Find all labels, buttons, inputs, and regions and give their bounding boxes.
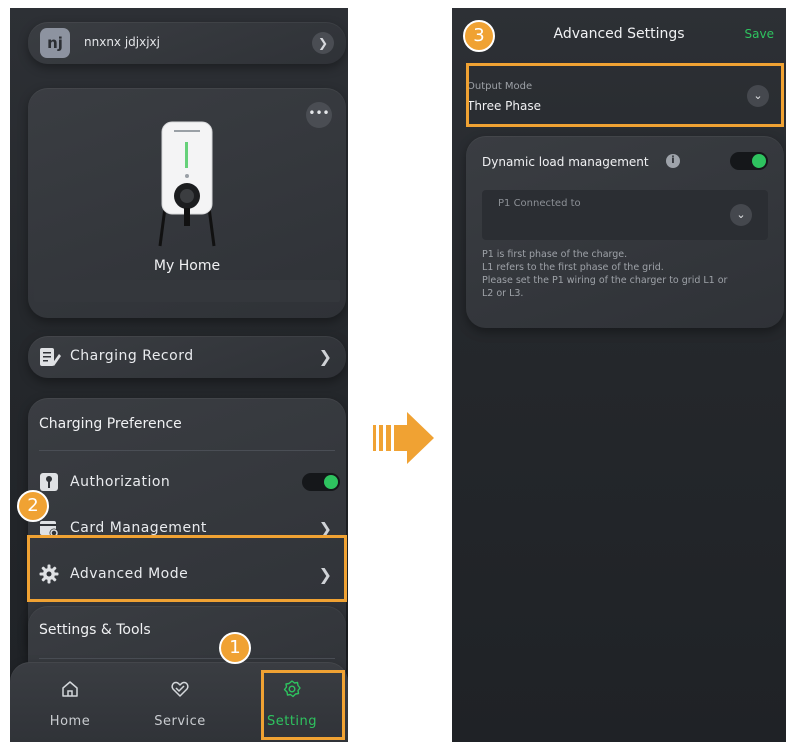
- preference-item-label: Card Management: [70, 520, 207, 536]
- section-title: Charging Preference: [39, 416, 182, 432]
- user-name: nnxnx jdjxjxj: [84, 35, 160, 49]
- service-icon: [171, 681, 189, 697]
- divider: [39, 658, 335, 659]
- more-options-button[interactable]: •••: [306, 102, 332, 128]
- p1-connection-select[interactable]: P1 Connected to ⌄: [482, 190, 768, 240]
- tab-label: Home: [49, 714, 91, 729]
- home-icon: [62, 681, 78, 697]
- home-name: My Home: [153, 258, 221, 274]
- user-profile-card[interactable]: nj nnxnx jdjxjxj ❯: [28, 22, 346, 64]
- dynamic-load-description: P1 is first phase of the charge. L1 refe…: [482, 248, 774, 300]
- avatar: nj: [40, 28, 70, 58]
- step-badge-2: 2: [17, 490, 49, 522]
- page-title: Advanced Settings: [553, 26, 685, 42]
- authorization-toggle[interactable]: [302, 473, 340, 491]
- flow-arrow-icon: [373, 412, 434, 464]
- description-line: L2 or L3.: [482, 288, 524, 299]
- step-badge-1: 1: [219, 632, 251, 664]
- charger-device-icon: [158, 121, 216, 247]
- p1-placeholder: P1 Connected to: [498, 198, 581, 209]
- output-mode-highlight: [466, 63, 784, 127]
- authorization-key-icon: [40, 473, 58, 491]
- charging-record-row[interactable]: Charging Record ❯: [28, 336, 346, 378]
- dynamic-load-title: Dynamic load management: [482, 155, 649, 169]
- charging-record-label: Charging Record: [70, 348, 194, 364]
- dynamic-load-toggle[interactable]: [730, 152, 768, 170]
- charging-record-icon: [40, 348, 61, 366]
- home-charger-card[interactable]: ••• My Home: [28, 88, 346, 318]
- info-icon[interactable]: i: [666, 154, 680, 168]
- chevron-down-icon: ⌄: [730, 204, 752, 226]
- tab-service[interactable]: Service: [130, 662, 230, 742]
- advanced-mode-highlight: [27, 535, 347, 602]
- tab-label: Service: [154, 714, 206, 729]
- charger-status-bar: [34, 280, 340, 302]
- step-badge-3: 3: [463, 20, 495, 52]
- setting-tab-highlight: [261, 670, 345, 740]
- chevron-right-icon[interactable]: ❯: [312, 32, 334, 54]
- preference-item-label: Authorization: [70, 474, 171, 490]
- save-button[interactable]: Save: [745, 27, 774, 41]
- preference-item-authorization[interactable]: Authorization: [28, 464, 346, 500]
- divider: [39, 450, 335, 451]
- description-line: Please set the P1 wiring of the charger …: [482, 275, 728, 286]
- dynamic-load-management-card: Dynamic load management i P1 Connected t…: [466, 136, 784, 328]
- chevron-right-icon: ❯: [318, 347, 332, 366]
- tab-home[interactable]: Home: [20, 662, 120, 742]
- description-line: L1 refers to the first phase of the grid…: [482, 262, 664, 273]
- app-screen-home: nj nnxnx jdjxjxj ❯ ••• My Home Charging …: [10, 8, 348, 742]
- description-line: P1 is first phase of the charge.: [482, 249, 628, 260]
- section-title: Settings & Tools: [39, 622, 151, 638]
